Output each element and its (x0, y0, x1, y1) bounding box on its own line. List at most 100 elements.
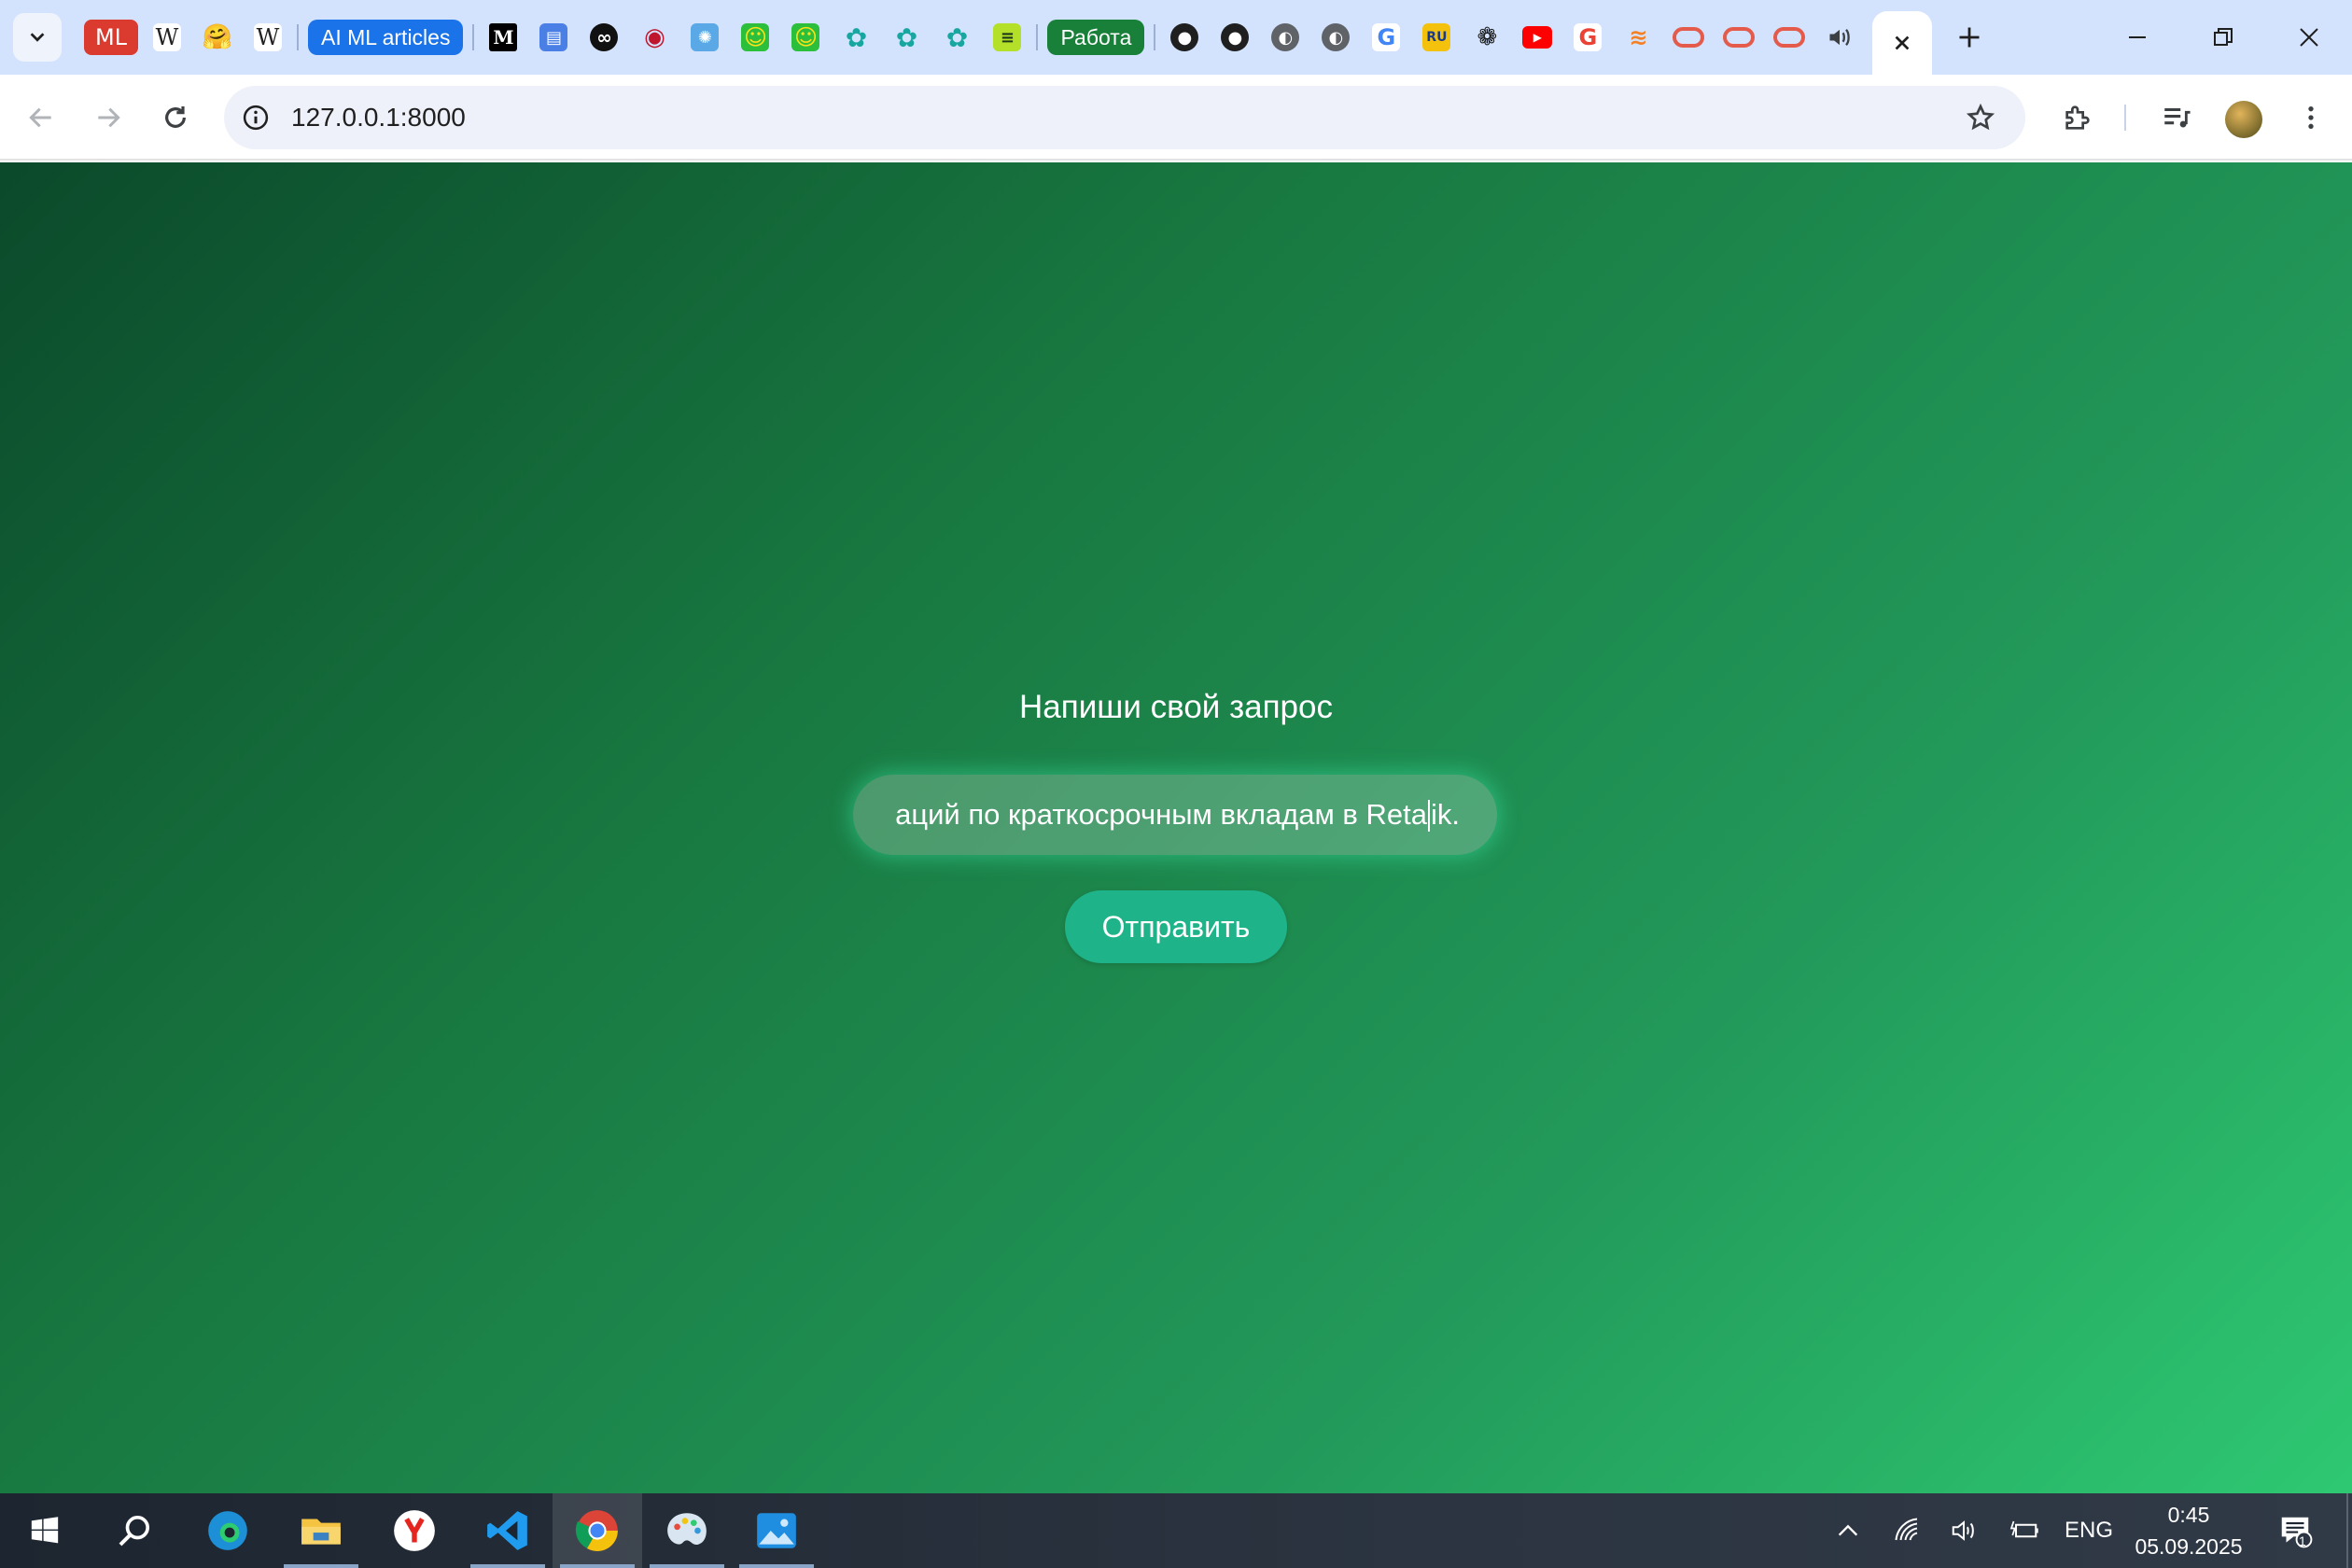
arrow-right-icon (98, 107, 120, 128)
wikipedia-icon: W (254, 23, 282, 51)
network-button[interactable] (1887, 1493, 1928, 1568)
running-indicator (470, 1564, 545, 1568)
show-desktop-button[interactable] (2346, 1493, 2352, 1568)
text-caret (1428, 800, 1430, 833)
taskbar-chrome[interactable] (553, 1493, 642, 1568)
tab-lips[interactable]: ◉ (629, 17, 679, 58)
close-icon (2300, 28, 2318, 47)
notification-center-button[interactable]: 1 (2270, 1493, 2320, 1568)
start-button[interactable] (0, 1493, 90, 1568)
flower-icon: ✿ (945, 21, 969, 53)
tab-chatgpt[interactable]: ❁ (1462, 17, 1512, 58)
extensions-button[interactable] (2053, 93, 2102, 142)
tab-sparkle[interactable]: ✺ (679, 17, 730, 58)
browser-toolbar: 127.0.0.1:8000 (0, 75, 2352, 161)
running-indicator (739, 1564, 814, 1568)
tab-oracle-3[interactable] (1764, 17, 1814, 58)
tab-group-label: AI ML articles (308, 20, 464, 55)
query-input-value[interactable]: аций по краткосрочным вкладам в Reta ik. (895, 798, 1460, 833)
tab-clipboard[interactable]: ▤ (528, 17, 579, 58)
tab-oracle-1[interactable] (1663, 17, 1714, 58)
taskbar-paint[interactable] (642, 1493, 732, 1568)
flower-icon: ✿ (895, 21, 918, 53)
ru-site-icon: RU (1422, 23, 1451, 51)
tab-globe-1[interactable]: ◐ (1260, 17, 1310, 58)
address-bar[interactable]: 127.0.0.1:8000 (224, 86, 2025, 149)
smiley-icon: ☺ (791, 23, 820, 51)
url-text[interactable]: 127.0.0.1:8000 (291, 103, 466, 133)
chrome-menu-button[interactable] (2287, 93, 2335, 142)
tab-infinity[interactable]: ∞ (579, 17, 629, 58)
new-tab-button[interactable] (1947, 17, 1992, 58)
tab-wikipedia-1[interactable]: W (142, 17, 192, 58)
search-icon (119, 1516, 149, 1547)
running-indicator (284, 1564, 358, 1568)
tab-google-1[interactable]: G (1361, 17, 1411, 58)
tab-youtube[interactable]: ▶ (1512, 17, 1562, 58)
tab-group-rabota[interactable]: Работа (1042, 17, 1150, 58)
taskbar-photos[interactable] (732, 1493, 821, 1568)
tab-group-divider (1036, 24, 1039, 50)
profile-avatar[interactable] (2225, 101, 2262, 138)
reload-button[interactable] (151, 93, 200, 142)
oracle-icon (1723, 27, 1756, 48)
close-window-button[interactable] (2266, 0, 2352, 75)
tab-lime-app[interactable]: ≡ (982, 17, 1032, 58)
taskbar-vscode[interactable] (463, 1493, 553, 1568)
page-content: Напиши свой запрос аций по краткосрочным… (0, 162, 2352, 1493)
tab-smiley-2[interactable]: ☺ (780, 17, 831, 58)
tab-flower-3[interactable]: ✿ (931, 17, 982, 58)
back-button[interactable] (17, 93, 65, 142)
tab-group-divider (472, 24, 475, 50)
bookmark-button[interactable] (1962, 99, 1999, 136)
medium-icon: M (489, 23, 518, 51)
media-queue-icon (2164, 107, 2191, 128)
active-tab[interactable] (1872, 11, 1932, 75)
query-input[interactable]: аций по краткосрочным вкладам в Reta ik. (853, 775, 1497, 855)
tab-audio-playing[interactable] (1814, 17, 1865, 58)
send-button[interactable]: Отправить (1065, 890, 1287, 963)
tab-globe-2[interactable]: ◐ (1310, 17, 1361, 58)
site-info-button[interactable] (224, 86, 287, 149)
page-title: Напиши свой запрос (1019, 689, 1333, 725)
arrow-left-icon (29, 107, 51, 128)
tab-github-1[interactable]: ● (1159, 17, 1210, 58)
close-icon[interactable] (1892, 33, 1912, 53)
tab-oracle-2[interactable] (1714, 17, 1764, 58)
tab-search-button[interactable] (13, 13, 62, 62)
volume-button[interactable] (1943, 1493, 1984, 1568)
forward-button[interactable] (84, 93, 133, 142)
lips-icon: ◉ (644, 23, 665, 51)
tab-google-2[interactable]: G (1562, 17, 1613, 58)
notification-icon (2281, 1517, 2313, 1548)
oracle-icon (1773, 27, 1806, 48)
toolbar-divider (2124, 105, 2126, 131)
info-icon (243, 105, 269, 131)
taskbar-yandex-browser[interactable] (370, 1493, 459, 1568)
minimize-button[interactable] (2094, 0, 2180, 75)
tab-stackoverflow[interactable]: ≋ (1613, 17, 1663, 58)
taskbar-clock[interactable]: 0:45 05.09.2025 (2128, 1499, 2249, 1562)
search-button[interactable] (90, 1493, 179, 1568)
tab-wikipedia-2[interactable]: W (243, 17, 293, 58)
show-hidden-icons-button[interactable] (1827, 1493, 1869, 1568)
battery-button[interactable] (2003, 1493, 2048, 1568)
tab-ru-site[interactable]: RU (1411, 17, 1462, 58)
media-controls-button[interactable] (2152, 93, 2201, 142)
tab-smiley-1[interactable]: ☺ (730, 17, 780, 58)
clock-time: 0:45 (2167, 1503, 2210, 1527)
tab-flower-2[interactable]: ✿ (881, 17, 931, 58)
taskbar-edge[interactable] (183, 1493, 273, 1568)
tab-github-2[interactable]: ● (1210, 17, 1260, 58)
input-language-indicator[interactable]: ENG (2061, 1493, 2117, 1568)
taskbar-file-explorer[interactable] (276, 1493, 366, 1568)
tab-group-ai-ml-articles[interactable]: AI ML articles (302, 17, 469, 58)
restore-button[interactable] (2180, 0, 2266, 75)
flower-icon: ✿ (845, 21, 868, 53)
tab-huggingface[interactable]: 🤗 (192, 17, 243, 58)
tab-flower-1[interactable]: ✿ (831, 17, 881, 58)
tab-medium[interactable]: M (478, 17, 528, 58)
tab-ml[interactable]: ML (80, 17, 142, 58)
tab-group-divider (1154, 24, 1156, 50)
tab-group-label: Работа (1047, 20, 1145, 55)
